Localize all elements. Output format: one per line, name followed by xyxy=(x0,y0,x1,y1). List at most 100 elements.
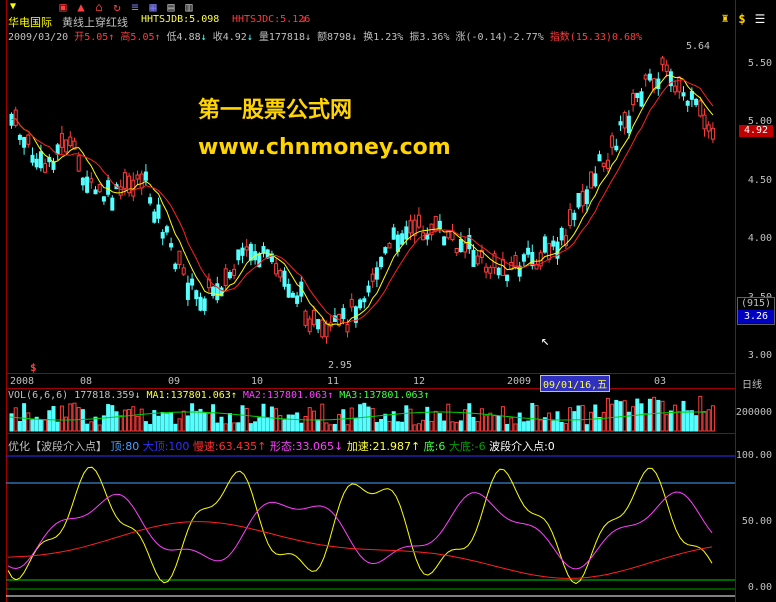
candle-body xyxy=(349,298,354,308)
candle-body xyxy=(681,92,686,97)
volume-bar xyxy=(513,423,518,432)
volume-bar xyxy=(421,419,426,432)
volume-bar xyxy=(647,398,652,432)
candle-body xyxy=(698,100,703,117)
candle-body xyxy=(93,189,98,195)
candle-body xyxy=(395,234,400,252)
candle-body xyxy=(106,180,111,195)
volume-bar xyxy=(521,421,526,432)
volume-bar xyxy=(38,419,43,432)
candle-body xyxy=(526,247,531,255)
candle-body xyxy=(626,115,631,134)
volume-bar xyxy=(496,415,501,432)
volume-bar xyxy=(332,423,337,432)
candle-body xyxy=(341,308,346,320)
volume-bar xyxy=(353,417,358,432)
candle-body xyxy=(618,121,623,126)
candle-body xyxy=(345,324,350,333)
volume-bar xyxy=(509,417,514,432)
candle-body xyxy=(80,177,85,186)
volume-bar xyxy=(370,408,375,432)
volume-bar xyxy=(639,403,644,432)
volume-bar xyxy=(156,415,161,432)
volume-bar xyxy=(698,395,703,432)
candle-body xyxy=(236,249,241,261)
volume-bar xyxy=(475,421,480,432)
candle-body xyxy=(710,127,715,140)
volume-bar xyxy=(51,406,56,432)
volume-bar xyxy=(248,423,253,432)
candle-body xyxy=(576,192,581,208)
candle-body xyxy=(303,310,308,326)
candle-body xyxy=(290,292,295,298)
candle-body xyxy=(30,154,35,163)
candle-body xyxy=(496,267,501,276)
volume-bar xyxy=(437,413,442,432)
candle-body xyxy=(660,57,665,65)
candle-body xyxy=(643,74,648,80)
volume-bar xyxy=(412,424,417,432)
volume-bar xyxy=(219,416,224,432)
candle-body xyxy=(240,247,245,256)
volume-bar xyxy=(677,411,682,432)
volume-bar xyxy=(559,421,564,432)
candle-body xyxy=(89,178,94,183)
volume-bar xyxy=(215,422,220,432)
volume-bar xyxy=(227,413,232,432)
volume-bar xyxy=(387,420,392,432)
candle-body xyxy=(55,144,60,155)
volume-bar xyxy=(425,406,430,432)
volume-bar xyxy=(643,413,648,432)
volume-bar xyxy=(320,403,325,432)
volume-bar xyxy=(303,416,308,432)
candle-body xyxy=(316,319,321,330)
volume-bar xyxy=(190,403,195,432)
candle-body xyxy=(101,196,106,202)
candle-body xyxy=(295,295,300,304)
candle-body xyxy=(127,175,132,194)
volume-bar xyxy=(383,413,388,432)
volume-bar xyxy=(484,415,489,432)
candle-body xyxy=(190,278,195,286)
candle-body xyxy=(387,242,392,249)
candle-body xyxy=(38,151,43,169)
volume-bar xyxy=(576,405,581,432)
volume-bar xyxy=(458,420,463,432)
candle-body xyxy=(118,186,123,196)
candle-body xyxy=(408,220,413,234)
volume-bar xyxy=(601,411,606,432)
candle-body xyxy=(43,163,48,173)
candle-body xyxy=(85,176,90,193)
candle-body xyxy=(505,274,510,282)
candle-body xyxy=(601,162,606,167)
candle-body xyxy=(59,133,64,148)
candle-body xyxy=(370,273,375,282)
candle-body xyxy=(568,209,573,227)
volume-bar xyxy=(349,407,354,432)
candle-body xyxy=(610,135,615,148)
volume-bar xyxy=(295,412,300,432)
volume-bar xyxy=(517,412,522,432)
candle-body xyxy=(152,211,157,223)
candle-body xyxy=(244,246,249,251)
candle-body xyxy=(110,197,115,211)
candle-body xyxy=(122,172,127,189)
volume-bar xyxy=(139,408,144,432)
volume-bar xyxy=(110,405,115,432)
candle-body xyxy=(706,124,711,132)
candle-body xyxy=(572,212,577,220)
volume-bar xyxy=(429,420,434,432)
candle-body xyxy=(383,247,388,254)
candle-body xyxy=(324,323,329,338)
volume-bar xyxy=(416,423,421,432)
volume-bar xyxy=(89,421,94,432)
candle-body xyxy=(156,204,161,219)
volume-bar xyxy=(202,412,207,432)
volume-bar xyxy=(580,404,585,432)
candle-body xyxy=(358,299,363,309)
candle-body xyxy=(185,282,190,300)
volume-bar xyxy=(467,403,472,432)
candle-body xyxy=(605,159,610,169)
candle-body xyxy=(484,266,489,273)
volume-bar xyxy=(181,410,186,432)
